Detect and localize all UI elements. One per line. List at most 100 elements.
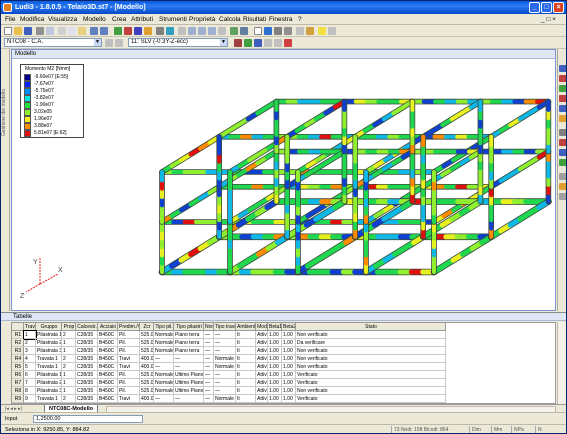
menu-risultati[interactable]: Risultati (243, 15, 266, 24)
table-cell[interactable]: 1.00 (282, 395, 296, 403)
about-icon[interactable] (328, 27, 336, 35)
table-cell[interactable]: B450C (98, 355, 118, 363)
table-cell[interactable]: B450C (98, 331, 118, 339)
column-header[interactable]: Tipo pilastri (174, 323, 204, 331)
table-cell[interactable]: 3 (24, 347, 36, 355)
table-cell[interactable]: — (214, 331, 236, 339)
print-icon[interactable] (36, 27, 44, 35)
table-cell[interactable]: C28/35 (76, 355, 98, 363)
table-cell[interactable]: 1.00 (268, 355, 282, 363)
table-cell[interactable]: Pilastrata 3 (36, 387, 62, 395)
table-cell[interactable]: 400.00 (140, 363, 154, 371)
table-cell[interactable]: — (204, 387, 214, 395)
table-cell[interactable]: Attivo (256, 347, 268, 355)
table-cell[interactable]: B450C (98, 371, 118, 379)
row-header[interactable]: R7 (12, 379, 24, 387)
table-cell[interactable]: It (236, 379, 256, 387)
grid-icon[interactable] (156, 27, 164, 35)
table-cell[interactable]: It (236, 395, 256, 403)
code-combo[interactable]: NTC08 - C.A. ▼ (4, 38, 102, 47)
zoom-all-icon[interactable] (208, 27, 216, 35)
column-header[interactable]: Mod (256, 323, 268, 331)
table-cell[interactable]: — (174, 395, 204, 403)
mesh-icon[interactable] (166, 27, 174, 35)
pan-icon[interactable] (218, 27, 226, 35)
table-cell[interactable]: Verificato (296, 379, 446, 387)
table-cell[interactable]: Pilastrata 1 (36, 371, 62, 379)
cut-icon[interactable] (58, 27, 66, 35)
table-cell[interactable]: Ultimo Piano (174, 387, 204, 395)
table-cell[interactable]: Verificato (296, 395, 446, 403)
zoom-in-icon[interactable] (188, 27, 196, 35)
menu-strumenti[interactable]: Strumenti (159, 15, 187, 24)
table-cell[interactable]: Pil. (118, 339, 140, 347)
rotate-icon[interactable] (230, 27, 238, 35)
table-cell[interactable]: 525.00 (140, 347, 154, 355)
column-header[interactable]: Prop (62, 323, 76, 331)
table-cell[interactable]: Pil. (118, 379, 140, 387)
table-cell[interactable]: C28/35 (76, 371, 98, 379)
menu-finestra[interactable]: Finestra (269, 15, 292, 24)
label-icon[interactable] (306, 27, 314, 35)
table-cell[interactable]: Travi (118, 363, 140, 371)
table-cell[interactable]: 525.00 (140, 331, 154, 339)
table-cell[interactable]: — (204, 331, 214, 339)
tool-icon[interactable] (559, 105, 566, 112)
frame-3d-model[interactable]: Y X Z (12, 60, 555, 310)
table-cell[interactable]: 1 (62, 379, 76, 387)
table-cell[interactable]: Travi (118, 355, 140, 363)
table-cell[interactable]: Pilastrata 3 (36, 347, 62, 355)
table-cell[interactable]: Attivo (256, 355, 268, 363)
table-cell[interactable]: Normale (154, 379, 174, 387)
table-cell[interactable]: — (204, 395, 214, 403)
table-cell[interactable]: Normale (214, 355, 236, 363)
deformed-icon[interactable] (244, 39, 252, 47)
row-header[interactable]: R9 (12, 395, 24, 403)
table-cell[interactable]: Pilastrata 2 (36, 339, 62, 347)
node-icon[interactable] (114, 27, 122, 35)
command-input[interactable]: 1,2500.00 (33, 415, 143, 423)
table-cell[interactable]: 1.00 (268, 339, 282, 347)
table-cell[interactable]: 1 (62, 347, 76, 355)
help-icon[interactable] (318, 27, 326, 35)
table-cell[interactable]: 400.00 (140, 395, 154, 403)
table-cell[interactable]: It (236, 371, 256, 379)
maximize-button[interactable]: □ (541, 2, 552, 13)
new-icon[interactable] (4, 27, 12, 35)
table-cell[interactable]: Pilastrata 1 (36, 331, 62, 339)
measure-icon[interactable] (296, 27, 304, 35)
table-cell[interactable]: Non verificato (296, 347, 446, 355)
table-cell[interactable]: 400.00 (140, 355, 154, 363)
tool-icon[interactable] (559, 139, 566, 146)
table-cell[interactable]: Non verificato (296, 355, 446, 363)
tool-icon[interactable] (559, 85, 566, 92)
table-cell[interactable]: B450C (98, 347, 118, 355)
table-cell[interactable]: It (236, 331, 256, 339)
table-cell[interactable]: Attivo (256, 371, 268, 379)
table-cell[interactable]: 1.00 (268, 387, 282, 395)
next-icon[interactable] (115, 39, 123, 47)
table-cell[interactable]: B450C (98, 339, 118, 347)
table-cell[interactable]: C28/35 (76, 395, 98, 403)
redo-icon[interactable] (100, 27, 108, 35)
menu-attributi[interactable]: Attributi (131, 15, 153, 24)
table-cell[interactable]: 1.00 (282, 355, 296, 363)
zoom-icon[interactable] (178, 27, 186, 35)
menu-file[interactable]: File (5, 15, 15, 24)
column-header[interactable]: Predim./Ver. (118, 323, 140, 331)
column-header[interactable]: Tipo trave (214, 323, 236, 331)
table-cell[interactable]: 1.00 (268, 371, 282, 379)
info-icon[interactable] (264, 27, 272, 35)
table-cell[interactable]: Normale (154, 331, 174, 339)
column-header[interactable]: Zcr (140, 323, 154, 331)
table-cell[interactable]: — (154, 355, 174, 363)
select-icon[interactable] (254, 27, 262, 35)
tool-icon[interactable] (559, 95, 566, 102)
table-cell[interactable]: 1.00 (282, 371, 296, 379)
row-header[interactable]: R6 (12, 371, 24, 379)
menu-crea[interactable]: Crea (112, 15, 126, 24)
table-cell[interactable]: — (214, 379, 236, 387)
table-cell[interactable]: It (236, 347, 256, 355)
table-cell[interactable]: 525.00 (140, 339, 154, 347)
stop-icon[interactable] (284, 39, 292, 47)
